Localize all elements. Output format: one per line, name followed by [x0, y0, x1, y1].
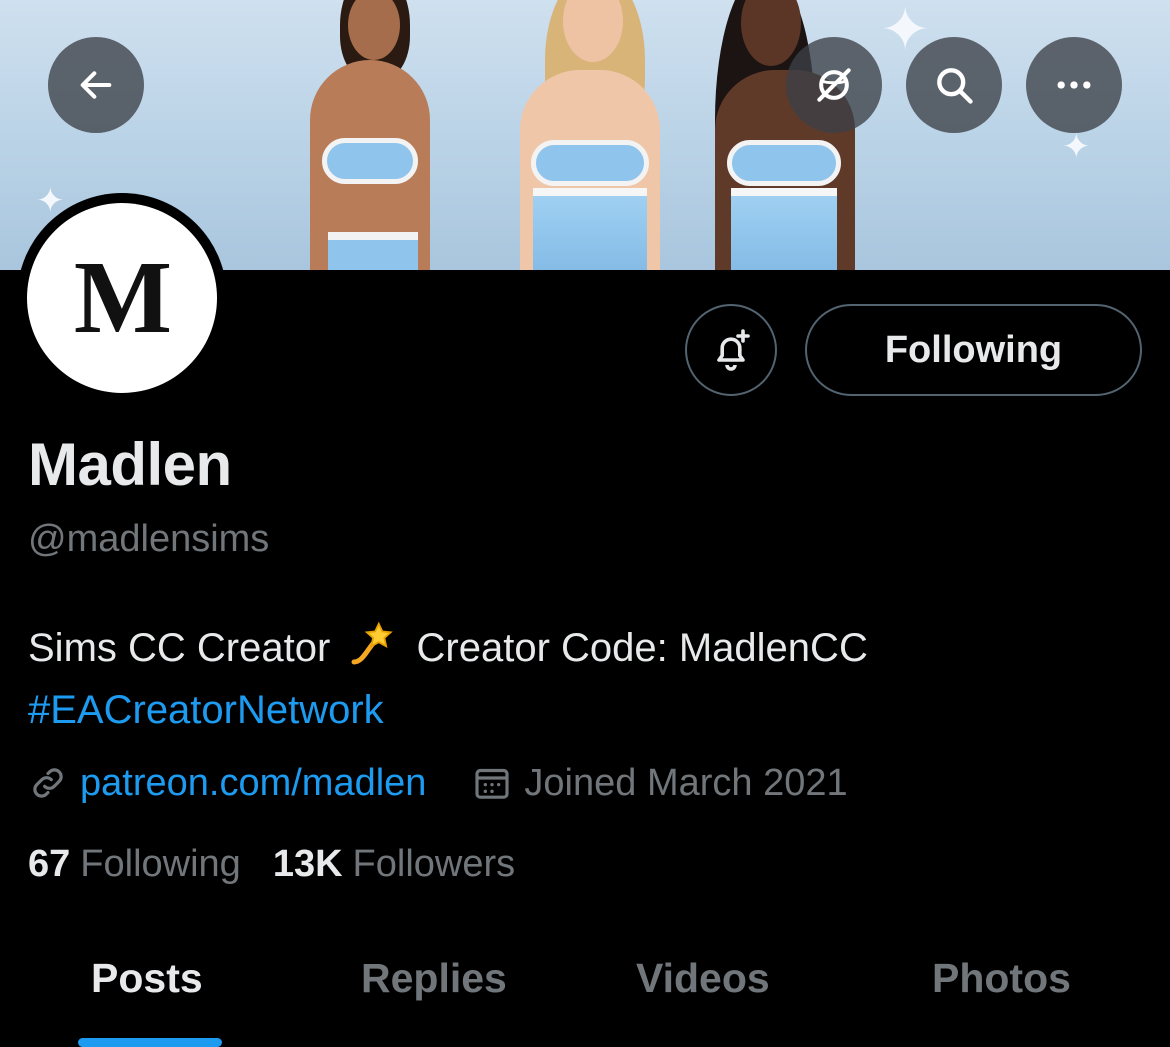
bio: Sims CC Creator Creator Code: MadlenCC #…	[28, 617, 868, 741]
calendar-icon	[475, 768, 510, 799]
active-tab-indicator	[78, 1038, 222, 1047]
calendar-icon-wrap	[472, 763, 512, 803]
tab-replies[interactable]: Replies	[361, 955, 507, 1002]
avatar[interactable]: M	[27, 203, 217, 393]
bio-creator-code: Creator Code: MadlenCC	[416, 626, 868, 670]
banner-figure-center	[505, 0, 675, 270]
more-button[interactable]	[1026, 37, 1122, 133]
followers-count: 13K	[272, 843, 343, 885]
bio-line-1: Sims CC Creator Creator Code: MadlenCC	[28, 617, 868, 679]
banner-figure-left	[300, 0, 440, 270]
display-name: Madlen	[28, 431, 232, 498]
followers-stat-link[interactable]: 13K Followers	[273, 843, 515, 886]
notifications-button[interactable]	[685, 304, 777, 396]
following-label: Following	[80, 843, 241, 885]
search-icon	[937, 68, 973, 104]
bio-text: Sims CC Creator	[28, 626, 331, 670]
translate-toggle-button[interactable]	[786, 37, 882, 133]
website-link[interactable]: patreon.com/madlen	[80, 762, 426, 805]
avatar-logo-letter: M	[73, 240, 172, 355]
tab-photos[interactable]: Photos	[932, 955, 1071, 1002]
translate-off-icon	[817, 68, 851, 102]
following-button[interactable]: Following	[805, 304, 1142, 396]
bio-hashtag-link[interactable]: #EACreatorNetwork	[28, 688, 384, 732]
follow-stats: 67 Following 13K Followers	[28, 843, 547, 886]
link-icon	[33, 768, 63, 798]
user-handle: @madlensims	[28, 518, 270, 560]
followers-label: Followers	[352, 843, 516, 885]
tab-videos[interactable]: Videos	[636, 955, 770, 1002]
arrow-left-icon	[80, 71, 112, 99]
bio-line-2: #EACreatorNetwork	[28, 679, 868, 741]
following-count: 67	[28, 843, 71, 885]
more-icon	[1057, 81, 1091, 89]
back-button[interactable]	[48, 37, 144, 133]
tab-posts[interactable]: Posts	[91, 955, 203, 1002]
following-stat-link[interactable]: 67 Following	[28, 843, 241, 886]
search-button[interactable]	[906, 37, 1002, 133]
joined-date: Joined March 2021	[524, 761, 848, 804]
bell-plus-icon	[717, 329, 750, 371]
sparkle-decoration: ✦	[1062, 128, 1091, 166]
dizzy-star-emoji-icon	[351, 621, 394, 665]
profile-meta: patreon.com/madlen Joined March 2021	[28, 757, 848, 809]
